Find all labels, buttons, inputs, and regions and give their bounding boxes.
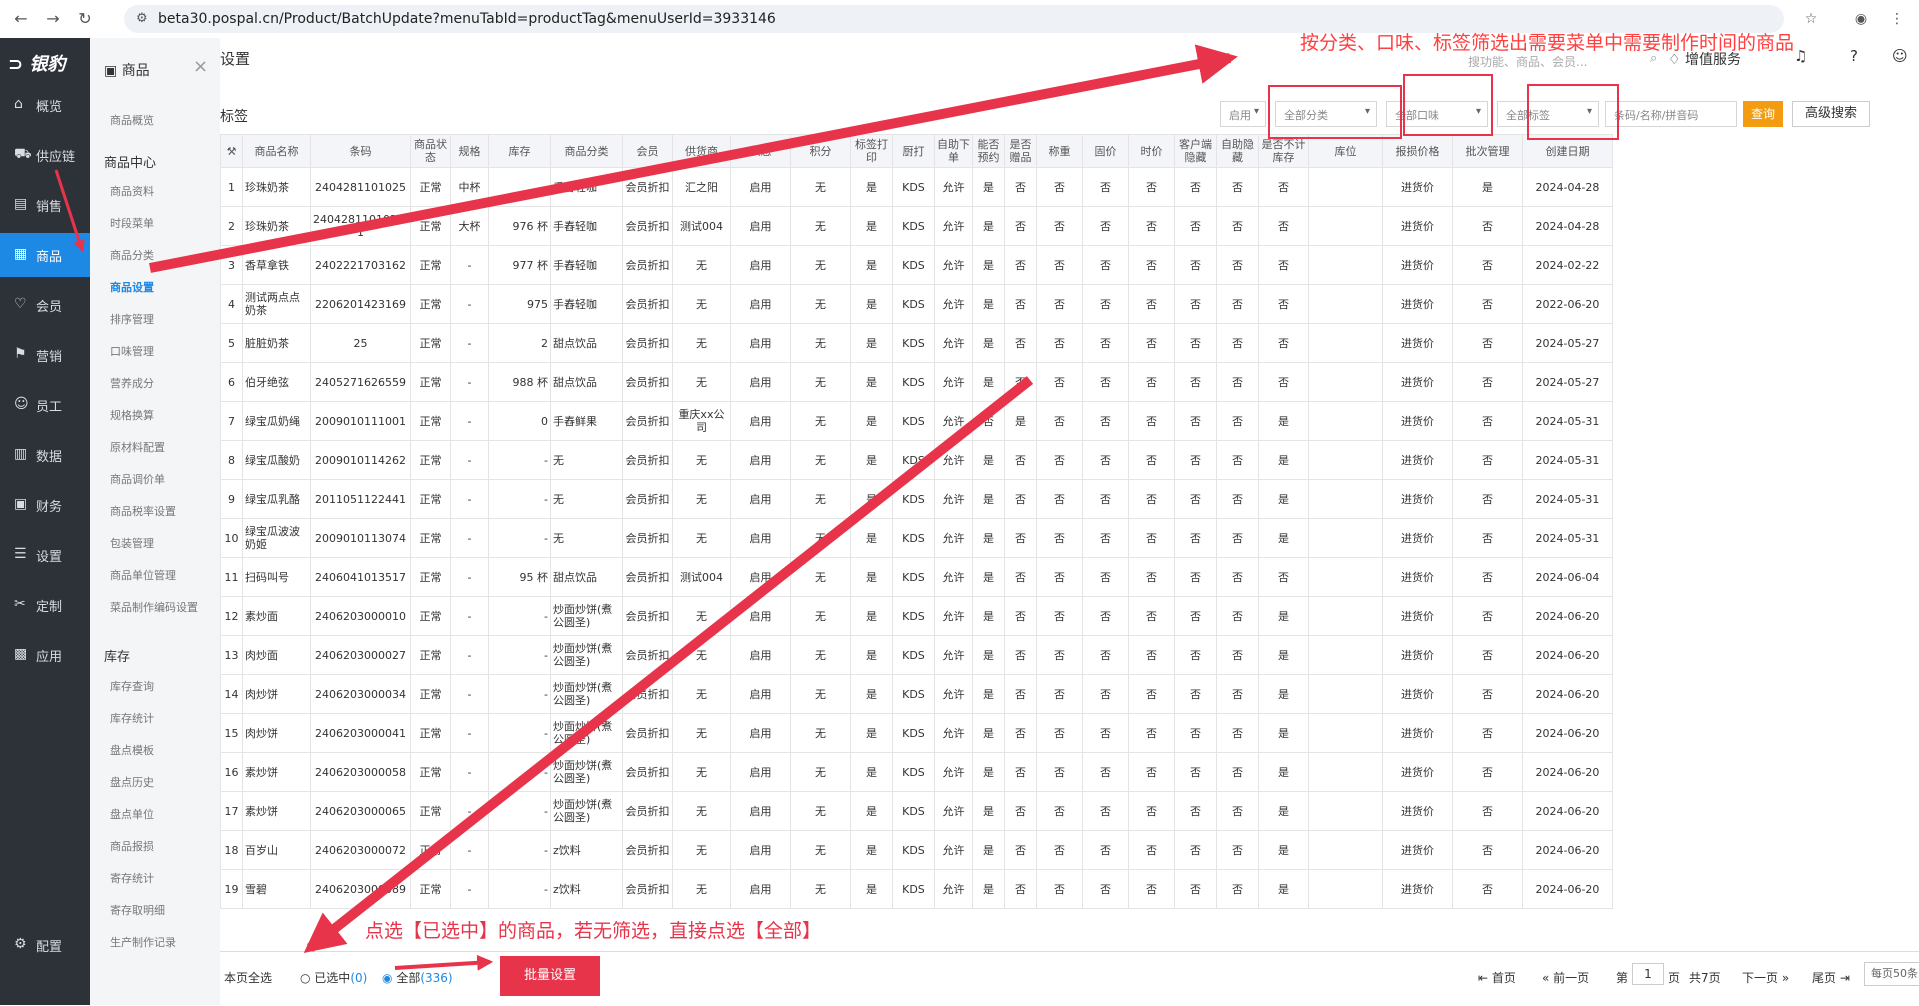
arrow-to-product-nav [54, 169, 85, 253]
arrow-to-filters [149, 44, 1238, 273]
arrow-to-batch [394, 954, 494, 971]
arrow-to-radio [303, 376, 1034, 953]
annotation-arrows [54, 44, 1238, 971]
